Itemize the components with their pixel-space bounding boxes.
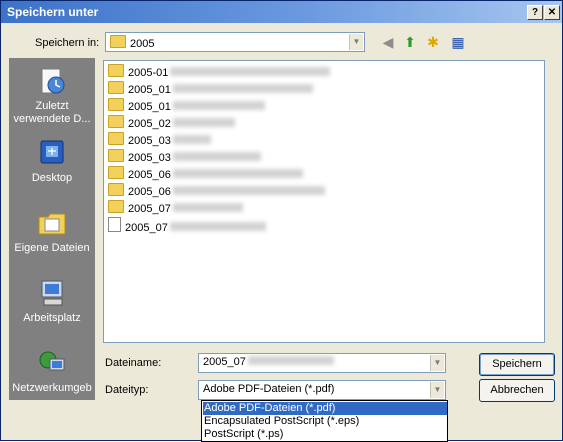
list-item[interactable]: 2005_02 bbox=[108, 115, 235, 131]
filetype-label: Dateityp: bbox=[105, 384, 149, 396]
redacted-text bbox=[172, 118, 235, 127]
file-name: 2005_07 bbox=[125, 222, 168, 234]
folder-icon bbox=[108, 115, 124, 128]
place-label: Zuletzt verwendete D... bbox=[13, 100, 91, 125]
my-computer-icon bbox=[41, 280, 63, 306]
folder-icon bbox=[108, 200, 124, 213]
save-in-value: 2005 bbox=[130, 38, 155, 50]
filetype-dropdown-list: Adobe PDF-Dateien (*.pdf) Encapsulated P… bbox=[201, 400, 448, 442]
redacted-text bbox=[247, 356, 334, 365]
file-name: 2005_03 bbox=[128, 135, 171, 147]
chevron-down-icon[interactable]: ▼ bbox=[349, 34, 363, 50]
folder-icon bbox=[108, 132, 124, 145]
redacted-text bbox=[172, 135, 211, 144]
file-name: 2005-01 bbox=[128, 67, 169, 79]
place-my-documents[interactable]: Eigene Dateien bbox=[10, 207, 94, 255]
chevron-down-icon[interactable]: ▼ bbox=[430, 355, 444, 371]
window-title: Speichern unter bbox=[7, 5, 99, 19]
title-bar[interactable]: Speichern unter ? ✕ bbox=[1, 1, 562, 23]
save-as-dialog: Speichern unter ? ✕ Speichern in: 2005 ▼… bbox=[0, 0, 563, 442]
list-item[interactable]: 2005_03 bbox=[108, 132, 211, 148]
chevron-down-icon[interactable]: ▼ bbox=[430, 382, 444, 398]
file-name: 2005_01 bbox=[128, 84, 171, 96]
close-button[interactable]: ✕ bbox=[544, 5, 560, 20]
redacted-text bbox=[172, 203, 243, 212]
save-in-combo[interactable]: 2005 ▼ bbox=[105, 32, 365, 52]
folder-icon bbox=[108, 149, 124, 162]
file-name: 2005_01 bbox=[128, 101, 171, 113]
list-item[interactable]: 2005_03 bbox=[108, 149, 261, 165]
filename-label: Dateiname: bbox=[105, 357, 162, 369]
list-item[interactable]: 2005_06 bbox=[108, 183, 325, 199]
place-recent[interactable]: Zuletzt verwendete D... bbox=[10, 65, 94, 126]
place-label: Eigene Dateien bbox=[14, 242, 90, 254]
list-item[interactable]: 2005_06 bbox=[108, 166, 303, 182]
file-name: 2005_07 bbox=[128, 203, 171, 215]
filename-input[interactable]: 2005_07 bbox=[203, 356, 246, 368]
place-my-computer[interactable]: Arbeitsplatz bbox=[10, 277, 94, 325]
cancel-button[interactable]: Abbrechen bbox=[479, 379, 555, 402]
filetype-option[interactable]: Adobe PDF-Dateien (*.pdf) bbox=[203, 402, 447, 415]
redacted-text bbox=[172, 186, 325, 195]
place-desktop[interactable]: Desktop bbox=[10, 137, 94, 185]
places-bar: Zuletzt verwendete D... Desktop Eigene D… bbox=[9, 58, 95, 400]
redacted-text bbox=[172, 84, 313, 93]
back-arrow-icon[interactable]: ◀ bbox=[379, 33, 397, 51]
file-name: 2005_06 bbox=[128, 169, 171, 181]
folder-icon bbox=[108, 64, 124, 77]
place-network[interactable]: Netzwerkumgeb bbox=[10, 347, 94, 395]
list-item[interactable]: 2005_07 bbox=[108, 217, 266, 234]
list-item[interactable]: 2005_01 bbox=[108, 98, 265, 114]
folder-icon bbox=[108, 183, 124, 196]
redacted-text bbox=[172, 152, 261, 161]
filetype-option[interactable]: PostScript (*.ps) bbox=[203, 428, 447, 441]
file-name: 2005_02 bbox=[128, 118, 171, 130]
help-button[interactable]: ? bbox=[527, 5, 543, 20]
file-name: 2005_03 bbox=[128, 152, 171, 164]
save-button[interactable]: Speichern bbox=[479, 353, 555, 376]
file-list[interactable]: 2005-01 2005_01 2005_01 2005_02 2005_03 … bbox=[103, 60, 545, 343]
new-folder-icon[interactable]: ✱ bbox=[424, 33, 442, 51]
up-folder-icon[interactable]: ⬆ bbox=[401, 33, 419, 51]
folder-icon bbox=[108, 81, 124, 94]
network-icon bbox=[39, 351, 65, 371]
views-menu-icon[interactable]: ▦ bbox=[449, 33, 467, 51]
redacted-text bbox=[172, 169, 303, 178]
filetype-select[interactable]: Adobe PDF-Dateien (*.pdf) ▼ bbox=[198, 380, 446, 400]
folder-icon bbox=[110, 35, 126, 48]
save-in-value-wrap: 2005 bbox=[110, 35, 154, 50]
filetype-option[interactable]: Encapsulated PostScript (*.eps) bbox=[203, 415, 447, 428]
folder-icon bbox=[108, 166, 124, 179]
filetype-value: Adobe PDF-Dateien (*.pdf) bbox=[203, 383, 335, 395]
redacted-text bbox=[172, 101, 265, 110]
list-item[interactable]: 2005_07 bbox=[108, 200, 243, 216]
redacted-text bbox=[170, 67, 331, 76]
desktop-icon bbox=[40, 140, 64, 164]
redacted-text bbox=[169, 222, 266, 231]
save-in-label: Speichern in: bbox=[35, 37, 100, 49]
filename-combo[interactable]: 2005_07 ▼ bbox=[198, 353, 446, 373]
place-label: Arbeitsplatz bbox=[23, 312, 81, 324]
file-name: 2005_06 bbox=[128, 186, 171, 198]
list-item[interactable]: 2005_01 bbox=[108, 81, 313, 97]
place-label: Desktop bbox=[31, 172, 73, 184]
filename-value-wrap: 2005_07 bbox=[203, 356, 334, 368]
list-item[interactable]: 2005-01 bbox=[108, 64, 331, 80]
my-documents-icon bbox=[38, 213, 66, 235]
folder-icon bbox=[108, 98, 124, 111]
place-label: Netzwerkumgeb bbox=[12, 382, 92, 394]
recent-documents-icon bbox=[41, 68, 65, 94]
pdf-file-icon bbox=[108, 217, 121, 232]
